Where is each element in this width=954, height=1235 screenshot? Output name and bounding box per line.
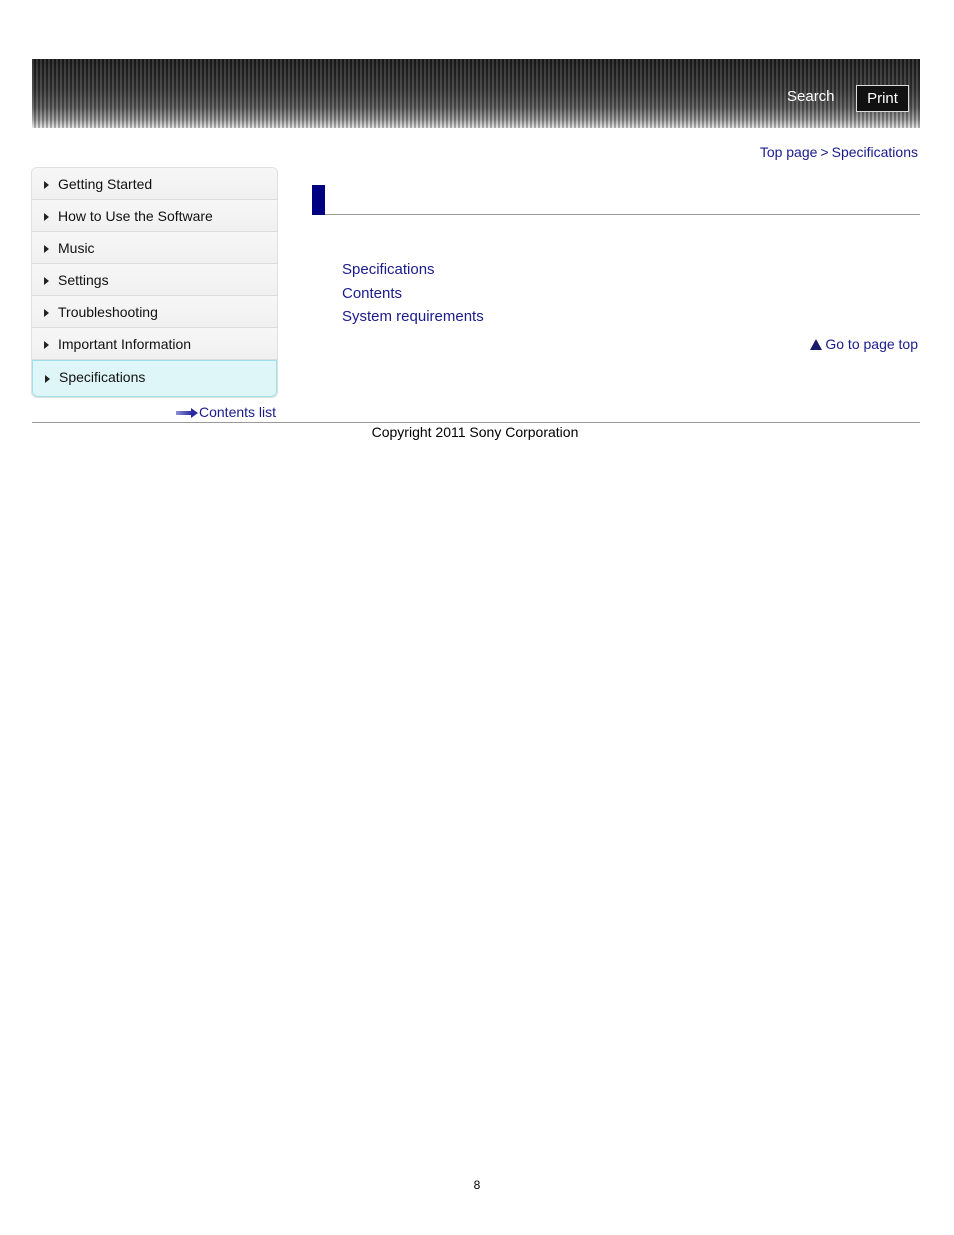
triangle-right-icon	[44, 245, 49, 253]
triangle-right-icon	[44, 277, 49, 285]
link-system-requirements[interactable]: System requirements	[342, 308, 484, 332]
sidebar-item-label: Specifications	[59, 369, 146, 385]
triangle-right-icon	[45, 375, 50, 383]
sidebar-item-music[interactable]: Music	[32, 232, 277, 264]
sidebar-item-label: Getting Started	[58, 176, 153, 192]
sidebar-item-how-to-use-software[interactable]: How to Use the Software	[32, 200, 277, 232]
page-title-bar	[312, 185, 920, 215]
footer-divider	[32, 422, 920, 423]
breadcrumb: Top page > Specifications	[760, 144, 918, 160]
breadcrumb-separator: >	[820, 144, 829, 160]
title-accent-block	[312, 185, 325, 215]
triangle-right-icon	[44, 341, 49, 349]
contents-list-link[interactable]: Contents list	[176, 404, 276, 420]
sidebar-item-label: Troubleshooting	[58, 304, 158, 320]
sidebar-item-label: Important Information	[58, 336, 192, 352]
go-to-page-top-label: Go to page top	[825, 336, 918, 352]
triangle-up-icon	[810, 339, 823, 350]
triangle-right-icon	[44, 213, 49, 221]
breadcrumb-top-page[interactable]: Top page	[760, 144, 818, 160]
triangle-right-icon	[44, 181, 49, 189]
topic-link-list: Specifications Contents System requireme…	[342, 261, 484, 332]
link-specifications[interactable]: Specifications	[342, 261, 484, 285]
sidebar-nav: Getting Started How to Use the Software …	[31, 167, 278, 398]
copyright-text: Copyright 2011 Sony Corporation	[371, 424, 579, 440]
sidebar-item-important-information[interactable]: Important Information	[32, 328, 277, 360]
triangle-right-icon	[44, 309, 49, 317]
search-link[interactable]: Search	[787, 88, 835, 105]
sidebar-item-label: How to Use the Software	[58, 208, 213, 224]
link-contents[interactable]: Contents	[342, 285, 484, 309]
sidebar-item-label: Music	[58, 240, 95, 256]
arrow-right-icon	[176, 408, 198, 419]
sidebar-item-troubleshooting[interactable]: Troubleshooting	[32, 296, 277, 328]
page-number: 8	[473, 1178, 481, 1192]
sidebar-item-settings[interactable]: Settings	[32, 264, 277, 296]
go-to-page-top-link[interactable]: Go to page top	[810, 336, 918, 352]
sidebar-item-specifications[interactable]: Specifications	[32, 360, 277, 397]
sidebar-item-label: Settings	[58, 272, 109, 288]
print-button[interactable]: Print	[856, 85, 909, 112]
sidebar-item-getting-started[interactable]: Getting Started	[32, 168, 277, 200]
contents-list-label: Contents list	[199, 404, 277, 420]
breadcrumb-current[interactable]: Specifications	[832, 144, 918, 160]
